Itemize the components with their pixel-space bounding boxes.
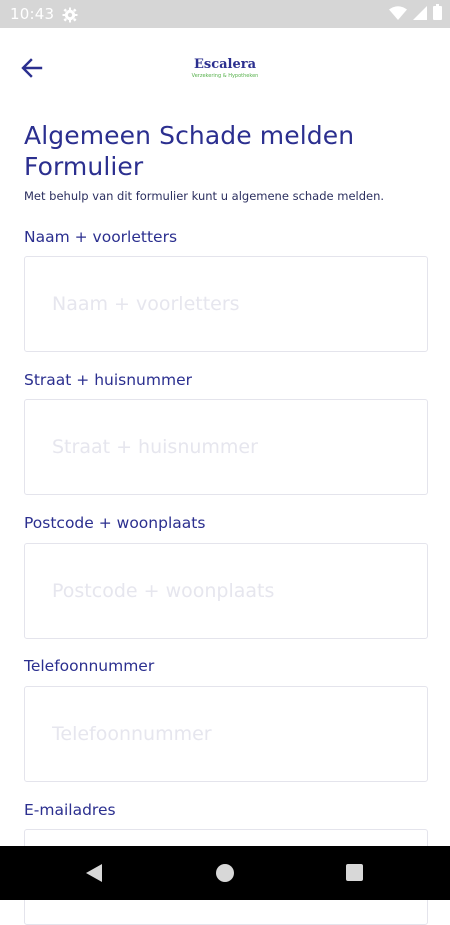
naam-field[interactable] [24,256,428,352]
battery-icon [433,4,442,24]
signal-icon [413,5,427,24]
page-title: Algemeen Schade melden Formulier [24,120,428,182]
app-header: Escalera Verzekering & Hypotheken [0,28,450,110]
logo-tagline: Verzekering & Hypotheken [191,73,259,79]
straat-field[interactable] [24,399,428,495]
telefoon-input[interactable] [25,687,427,781]
postcode-field[interactable] [24,543,428,639]
back-button[interactable] [16,54,48,86]
page-subtitle: Met behulp van dit formulier kunt u alge… [24,189,385,203]
escalera-logo: Escalera Verzekering & Hypotheken [175,58,275,80]
system-nav-bar [0,846,450,900]
nav-home-icon[interactable] [216,864,234,882]
arrow-left-icon [21,58,43,82]
page-title-line-1: Algemeen Schade melden [24,121,355,150]
status-bar: 10:43 [0,0,450,28]
telefoon-field[interactable] [24,686,428,782]
naam-input[interactable] [25,257,427,351]
email-label: E-mailadres [24,801,116,819]
naam-label: Naam + voorletters [24,228,178,246]
status-time: 10:43 [10,5,55,23]
settings-gear-icon [62,7,78,23]
wifi-icon [389,5,407,24]
telefoon-label: Telefoonnummer [24,657,155,675]
logo-name: Escalera [193,57,257,72]
status-icons [389,4,442,24]
postcode-input[interactable] [25,544,427,638]
page-title-line-2: Formulier [24,152,144,181]
straat-input[interactable] [25,400,427,494]
page-heading: Algemeen Schade melden Formulier Met beh… [24,120,428,204]
postcode-label: Postcode + woonplaats [24,514,206,532]
nav-recents-icon[interactable] [346,864,363,881]
straat-label: Straat + huisnummer [24,371,192,389]
nav-back-icon[interactable] [86,864,102,886]
